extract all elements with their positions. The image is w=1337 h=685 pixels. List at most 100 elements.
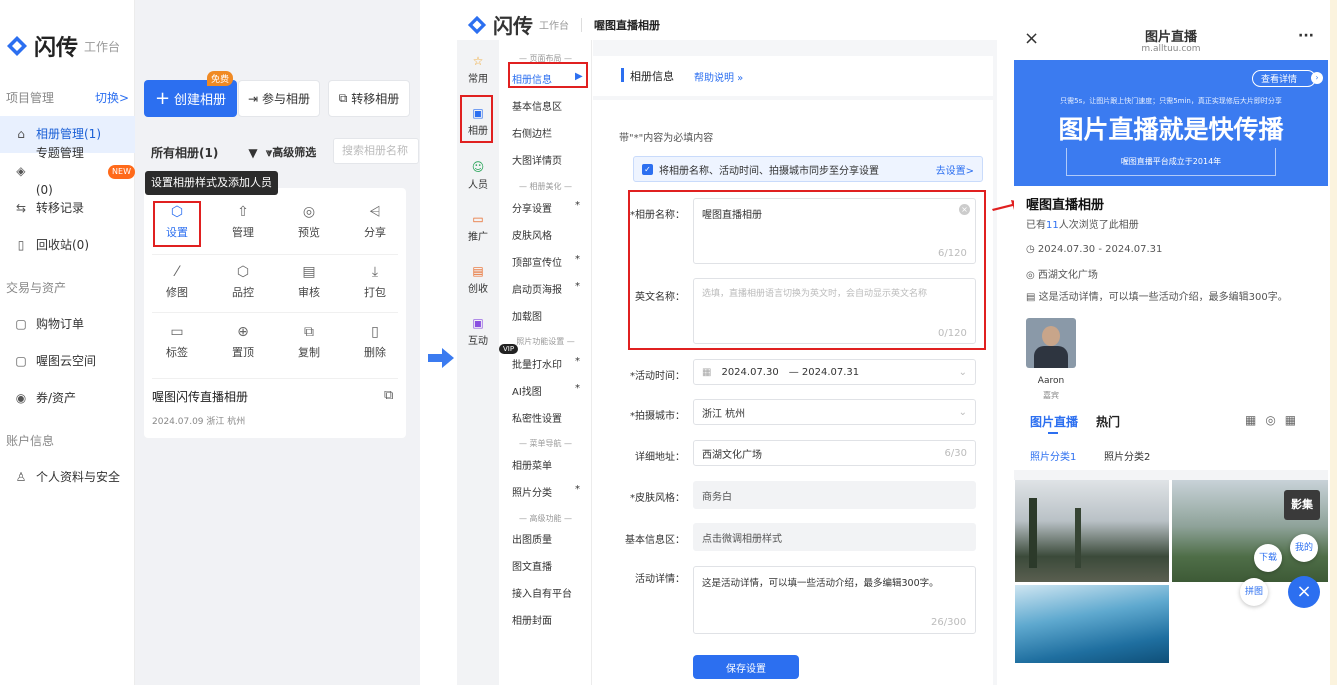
rail-revenue[interactable]: ▤ 创收 (457, 264, 499, 295)
menu-item[interactable]: 批量打水印 (512, 356, 562, 371)
banner-detail-button[interactable]: 查看详情 (1252, 70, 1317, 87)
quality-action[interactable]: ⬡ 品控 (210, 264, 276, 300)
menu-item[interactable]: 启动页海报 (512, 281, 562, 296)
chevron-down-icon[interactable]: ▼ (248, 146, 257, 160)
city-value: 浙江 杭州 (702, 408, 746, 420)
menu-item[interactable]: 分享设置 (512, 200, 552, 215)
tag-action[interactable]: ▭ 标签 (144, 324, 210, 360)
account-section: 账户信息 (6, 434, 55, 448)
category-1[interactable]: 照片分类1 (1030, 448, 1076, 463)
activity-time-input[interactable]: ▦ 2024.07.30 — 2024.07.31 ⌄ (693, 359, 976, 385)
photo-thumb[interactable] (1015, 480, 1169, 582)
retouch-action[interactable]: ⁄ 修图 (144, 264, 210, 300)
rail-label: 人员 (468, 180, 488, 191)
move-album-button[interactable]: ⧉ 转移相册 (328, 80, 410, 117)
menu-item[interactable]: 顶部宣传位 (512, 254, 562, 269)
views-num: 11 (1046, 220, 1059, 231)
coupon-icon: ◉ (15, 391, 27, 405)
switch-link[interactable]: 切换> (95, 80, 129, 116)
pin-icon: ⊕ (237, 324, 249, 340)
menu-item[interactable]: 右侧边栏 (512, 125, 552, 140)
tab-indicator (1048, 432, 1058, 434)
checkbox-icon[interactable]: ✓ (642, 163, 653, 175)
rail-people[interactable]: ☺ 人员 (457, 160, 499, 191)
menu-item[interactable]: 基本信息区 (512, 98, 562, 113)
sync-text: 将相册名称、活动时间、拍摄城市同步至分享设置 (659, 165, 879, 177)
sidebar-item-label: 购物订单 (36, 317, 85, 331)
sidebar-item-topics[interactable]: ◈ 专题管理(0) NEW (0, 146, 135, 197)
album-title[interactable]: 喔图闪传直播相册 (152, 388, 248, 405)
rail-interact[interactable]: ▣ 互动 (457, 316, 499, 347)
menu-item[interactable]: 图文直播 (512, 558, 552, 573)
menu-item[interactable]: 出图质量 (512, 531, 552, 546)
rail-promo[interactable]: ▭ 推广 (457, 212, 499, 243)
category-2[interactable]: 照片分类2 (1104, 448, 1150, 463)
sidebar-item-orders[interactable]: ▢ 购物订单 (0, 306, 135, 343)
album-management-panel: 闪传 工作台 项目管理 切换> ⌂ 相册管理(1) ◈ 专题管理(0) NEW ⇆ 转移… (0, 0, 420, 685)
fab-mine[interactable]: 我的 (1290, 534, 1318, 562)
preview-action[interactable]: ◎ 预览 (276, 204, 342, 240)
sidebar-item-trash[interactable]: ▯ 回收站(0) (0, 227, 135, 264)
delete-action[interactable]: ▯ 删除 (342, 324, 408, 360)
manage-action[interactable]: ⇧ 管理 (210, 204, 276, 240)
menu-item[interactable]: 私密性设置 (512, 410, 562, 425)
help-link[interactable]: 帮助说明 » (694, 69, 743, 84)
menu-item[interactable]: 相册封面 (512, 612, 552, 627)
logo-sub: 工作台 (84, 39, 121, 54)
rail-common[interactable]: ☆ 常用 (457, 54, 499, 85)
save-settings-button[interactable]: 保存设置 (693, 655, 799, 679)
divider (1014, 470, 1328, 480)
sidebar-item-profile[interactable]: ♙ 个人资料与安全 (0, 459, 135, 496)
view-toggle-icons[interactable]: ▦◎▦ (1245, 413, 1305, 427)
sidebar-item-coupons[interactable]: ◉ 券/资产 (0, 380, 135, 417)
avatar[interactable] (1026, 318, 1076, 368)
join-icon: ⇥ (247, 91, 259, 106)
interact-icon: ▣ (472, 316, 484, 330)
tab-live[interactable]: 图片直播 (1030, 413, 1078, 430)
pack-action[interactable]: ⤓ 打包 (342, 264, 408, 300)
tab-hot[interactable]: 热门 (1096, 413, 1120, 430)
basic-info-field[interactable]: 点击微调相册样式 (693, 523, 976, 551)
star-mark-icon: * (575, 356, 580, 367)
time-label: *活动时间： (630, 371, 685, 382)
film-badge[interactable]: 影集 (1284, 490, 1320, 520)
share-action[interactable]: ⩤ 分享 (342, 204, 408, 240)
sidebar-item-label: 喔图云空间 (36, 354, 97, 368)
album-search-input[interactable]: 搜索相册名称 (333, 138, 419, 164)
menu-item[interactable]: 接入自有平台 (512, 585, 572, 600)
pin-action[interactable]: ⊕ 置顶 (210, 324, 276, 360)
menu-item[interactable]: 照片分类 (512, 484, 552, 499)
photo-thumb[interactable] (1015, 585, 1169, 663)
menu-item[interactable]: 皮肤风格 (512, 227, 552, 242)
free-badge: 免费 (207, 71, 234, 86)
addr-label: 详细地址： (635, 452, 685, 463)
all-albums-select[interactable]: 所有相册(1) (151, 144, 218, 161)
address-input[interactable]: 西湖文化广场 6/30 (693, 440, 976, 466)
manage-icon: ⇧ (237, 204, 249, 220)
skin-field[interactable]: 商务白 (693, 481, 976, 509)
copy-link-icon[interactable]: ⧉ (384, 388, 393, 403)
sync-link[interactable]: 去设置> (936, 162, 974, 177)
sidebar-item-cloud[interactable]: ▢ 喔图云空间 (0, 343, 135, 380)
more-icon[interactable]: ··· (1298, 28, 1314, 44)
city-select[interactable]: 浙江 杭州 ⌄ (693, 399, 976, 425)
advanced-filter-button[interactable]: ⩔高级筛选 (266, 144, 316, 160)
menu-item[interactable]: 相册菜单 (512, 457, 552, 472)
fab-puzzle[interactable]: 拼图 (1240, 578, 1268, 606)
left-sidebar: 闪传 工作台 项目管理 切换> ⌂ 相册管理(1) ◈ 专题管理(0) NEW ⇆ 转移… (0, 0, 135, 685)
menu-item[interactable]: 加载图 (512, 308, 542, 323)
join-album-button[interactable]: ⇥ 参与相册 (238, 80, 320, 117)
promo-banner[interactable]: 查看详情 › 只需5s，让图片跟上快门速度；只需5min，真正实现修后大片即时分… (1014, 60, 1328, 186)
sidebar-item-transfer[interactable]: ⇆ 转移记录 (0, 190, 135, 227)
tag-icon: ▭ (170, 324, 184, 340)
action-label: 打包 (364, 286, 386, 299)
copy-action[interactable]: ⧉ 复制 (276, 324, 342, 360)
review-action[interactable]: ▤ 审核 (276, 264, 342, 300)
menu-item[interactable]: 大图详情页 (512, 152, 562, 167)
skin-label: *皮肤风格： (630, 493, 685, 504)
move-label: 转移相册 (351, 92, 400, 106)
banner-small: 只需5s，让图片跟上快门速度；只需5min，真正实现修后大片即时分享 (1060, 97, 1282, 105)
fab-close-icon[interactable]: × (1288, 576, 1320, 608)
fab-download[interactable]: 下载 (1254, 544, 1282, 572)
menu-item[interactable]: AI找图 (512, 383, 542, 398)
